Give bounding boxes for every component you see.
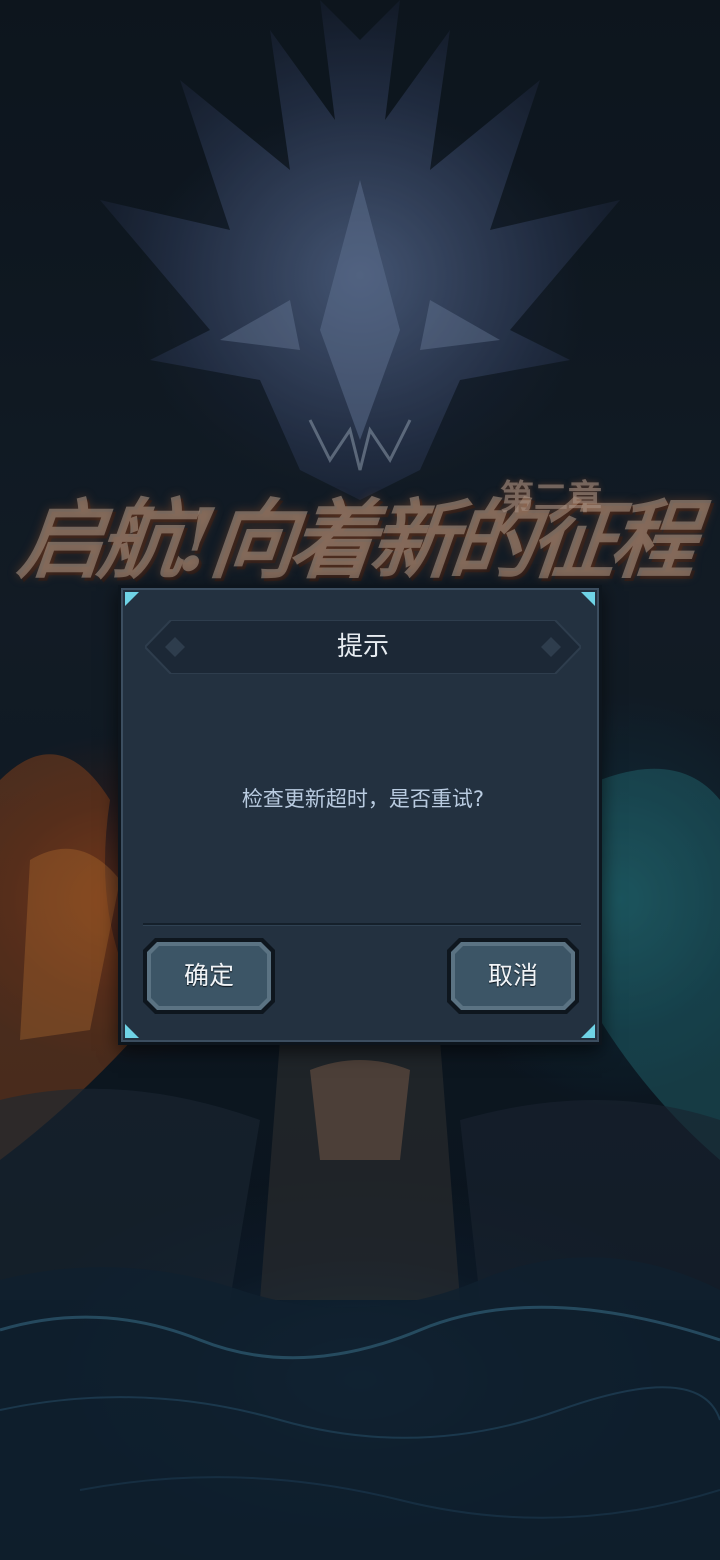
dialog-divider: [143, 923, 581, 925]
corner-ornament-icon: [577, 592, 595, 610]
dialog-title: 提示: [336, 632, 389, 662]
dialog-title-bar: 提示: [145, 620, 581, 674]
cancel-button[interactable]: 取消: [447, 938, 579, 1014]
corner-ornament-icon: [577, 1020, 595, 1038]
corner-ornament-icon: [125, 1020, 143, 1038]
cancel-button-label: 取消: [487, 961, 538, 990]
update-timeout-dialog: 提示 检查更新超时，是否重试? 确定 取消: [118, 585, 602, 1045]
confirm-button[interactable]: 确定: [143, 938, 275, 1014]
confirm-button-label: 确定: [183, 961, 234, 990]
corner-ornament-icon: [125, 592, 143, 610]
dialog-message: 检查更新超时，是否重试?: [241, 787, 485, 811]
